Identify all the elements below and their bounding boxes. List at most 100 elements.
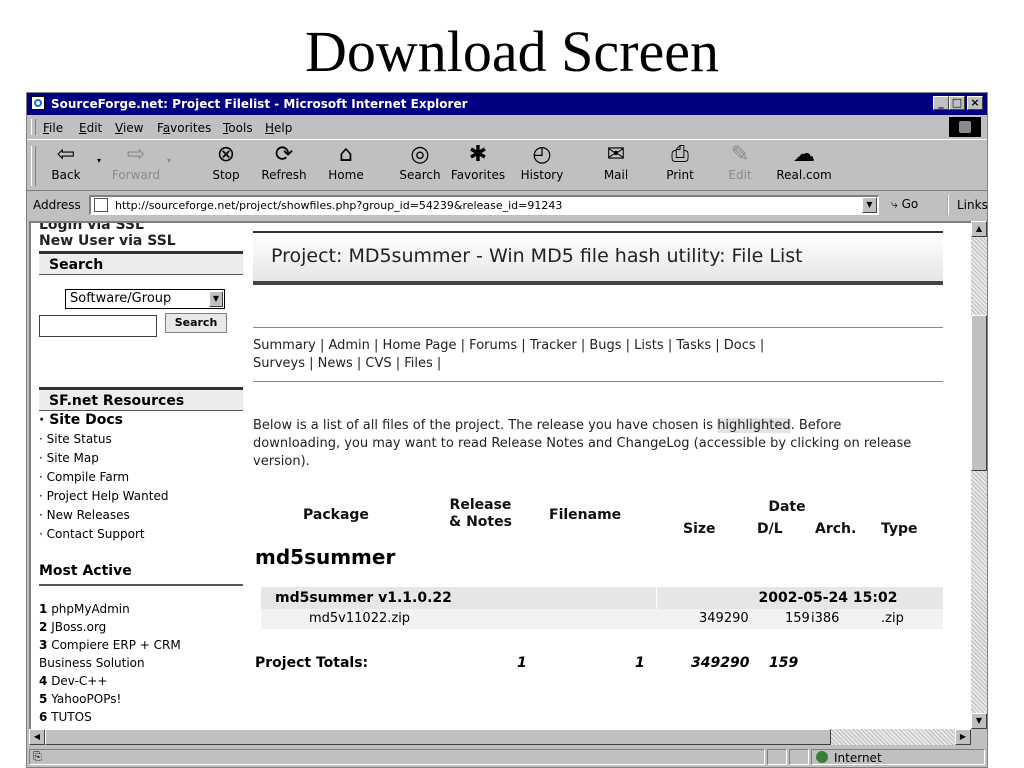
col-package: Package — [303, 507, 369, 523]
resource-contact-support[interactable]: · Contact Support — [39, 525, 243, 544]
package-name: md5summer — [255, 545, 396, 569]
horizontal-scroll-thumb[interactable] — [45, 729, 831, 745]
most-active-item[interactable]: 3 Compiere ERP + CRM — [39, 636, 243, 654]
stop-button[interactable]: ⊗ Stop — [197, 142, 255, 188]
address-input[interactable]: http://sourceforge.net/project/showfiles… — [89, 195, 879, 215]
file-row: md5v11022.zip 349290 159 i386 .zip — [261, 609, 943, 629]
close-button[interactable]: × — [967, 96, 983, 110]
page-done-icon: ⎘ — [33, 750, 42, 763]
print-icon: ⎙ — [671, 142, 689, 167]
address-bar: Address http://sourceforge.net/project/s… — [27, 193, 988, 217]
forward-arrow-icon: ⇨ — [126, 142, 146, 167]
menu-edit[interactable]: Edit — [79, 121, 102, 135]
project-nav-tabs[interactable]: Summary | Admin | Home Page | Forums | T… — [253, 337, 943, 373]
search-type-select[interactable]: Software/Group ▼ — [65, 289, 225, 309]
col-release-notes: Release & Notes — [449, 497, 512, 530]
file-name-link[interactable]: md5v11022.zip — [309, 611, 410, 626]
totals-files: 1 — [635, 655, 645, 671]
most-active-item[interactable]: 6 TUTOS — [39, 708, 243, 726]
go-button[interactable]: ⤷ Go — [891, 197, 918, 212]
back-button[interactable]: ⇦ Back ▾ — [37, 142, 101, 188]
home-icon: ⌂ — [339, 142, 353, 167]
totals-dl: 159 — [769, 655, 799, 671]
col-date: Date — [768, 499, 806, 515]
print-button[interactable]: ⎙ Print — [651, 142, 709, 188]
menu-file[interactable]: File — [43, 121, 63, 135]
col-size: Size — [683, 521, 716, 537]
menu-tools[interactable]: Tools — [223, 121, 253, 135]
vertical-scrollbar[interactable]: ▲ ▼ — [971, 221, 987, 729]
history-button[interactable]: ◴ History — [513, 142, 571, 188]
edit-button[interactable]: ✎ Edit — [711, 142, 769, 188]
go-arrow-icon: ⤷ — [891, 197, 898, 211]
file-arch: i386 — [811, 611, 840, 626]
most-active-item[interactable]: 5 YahooPOPs! — [39, 690, 243, 708]
refresh-button[interactable]: ⟳ Refresh — [255, 142, 313, 188]
address-label: Address — [33, 198, 81, 212]
realcom-button[interactable]: ☁ Real.com — [775, 142, 833, 188]
resource-site-docs[interactable]: · Site Docs — [39, 411, 243, 430]
resource-new-releases[interactable]: · New Releases — [39, 506, 243, 525]
search-input[interactable] — [39, 315, 157, 337]
favorites-button[interactable]: ✱ Favorites — [449, 142, 507, 188]
file-type: .zip — [881, 611, 904, 626]
menu-view[interactable]: View — [115, 121, 143, 135]
most-active-item[interactable]: 1 phpMyAdmin — [39, 600, 243, 618]
ie-app-icon[interactable] — [31, 96, 45, 110]
search-header: Search — [39, 251, 243, 275]
select-dropdown-icon[interactable]: ▼ — [209, 291, 223, 307]
scroll-up-icon[interactable]: ▲ — [971, 221, 987, 237]
release-date: 2002-05-24 15:02 — [758, 590, 898, 606]
vertical-scroll-thumb[interactable] — [971, 315, 987, 471]
maximize-button[interactable]: □ — [949, 96, 965, 110]
page-viewport: Login via SSL New User via SSL Search So… — [29, 221, 971, 729]
address-url[interactable]: http://sourceforge.net/project/showfiles… — [115, 199, 562, 212]
file-size: 349290 — [699, 611, 749, 626]
scroll-left-icon[interactable]: ◀ — [29, 729, 45, 745]
release-name-link[interactable]: md5summer v1.1.0.22 — [275, 590, 452, 606]
back-dropdown-icon[interactable]: ▾ — [97, 156, 101, 165]
search-button[interactable]: ◎ Search — [391, 142, 449, 188]
sidebar-search-button[interactable]: Search — [165, 313, 227, 333]
status-text-pane: ⎘ — [29, 749, 765, 765]
minimize-button[interactable]: _ — [933, 96, 949, 110]
totals-label: Project Totals: — [255, 655, 369, 671]
col-arch: Arch. — [815, 521, 857, 537]
horizontal-scrollbar[interactable]: ◀ ▶ — [29, 729, 971, 745]
browser-window: SourceForge.net: Project Filelist - Micr… — [26, 92, 988, 768]
realcom-icon: ☁ — [793, 142, 815, 167]
toolbar-grip[interactable] — [31, 146, 36, 186]
windows-logo-icon — [949, 117, 981, 137]
col-dl: D/L — [757, 521, 783, 537]
forward-button[interactable]: ⇨ Forward ▾ — [107, 142, 171, 188]
status-pane — [789, 749, 809, 765]
menu-help[interactable]: Help — [265, 121, 292, 135]
most-active-item[interactable]: 2 JBoss.org — [39, 618, 243, 636]
links-button[interactable]: Links — [947, 195, 992, 215]
page-icon — [94, 198, 108, 212]
resources-list: · Site Docs · Site Status · Site Map · C… — [39, 411, 243, 544]
scroll-down-icon[interactable]: ▼ — [971, 713, 987, 729]
new-user-ssl-link[interactable]: New User via SSL — [39, 233, 243, 249]
slide-title: Download Screen — [305, 19, 719, 84]
edit-icon: ✎ — [730, 142, 750, 167]
menu-grip[interactable] — [31, 119, 36, 135]
resource-compile-farm[interactable]: · Compile Farm — [39, 468, 243, 487]
mail-button[interactable]: ✉ Mail — [587, 142, 645, 188]
most-active-item[interactable]: 4 Dev-C++ — [39, 672, 243, 690]
resource-site-status[interactable]: · Site Status — [39, 430, 243, 449]
resources-header: SF.net Resources — [39, 387, 243, 411]
forward-dropdown-icon[interactable]: ▾ — [167, 156, 171, 165]
internet-zone-icon — [816, 751, 828, 763]
window-title: SourceForge.net: Project Filelist - Micr… — [51, 97, 468, 111]
stop-icon: ⊗ — [216, 142, 236, 167]
address-dropdown-icon[interactable]: ▼ — [862, 197, 877, 213]
home-button[interactable]: ⌂ Home — [317, 142, 375, 188]
resource-help-wanted[interactable]: · Project Help Wanted — [39, 487, 243, 506]
resource-site-map[interactable]: · Site Map — [39, 449, 243, 468]
login-ssl-link[interactable]: Login via SSL — [39, 223, 243, 233]
zone-label: Internet — [834, 751, 882, 765]
menu-favorites[interactable]: Favorites — [157, 121, 211, 135]
most-active-item[interactable]: Business Solution — [39, 654, 243, 672]
scroll-right-icon[interactable]: ▶ — [955, 729, 971, 745]
